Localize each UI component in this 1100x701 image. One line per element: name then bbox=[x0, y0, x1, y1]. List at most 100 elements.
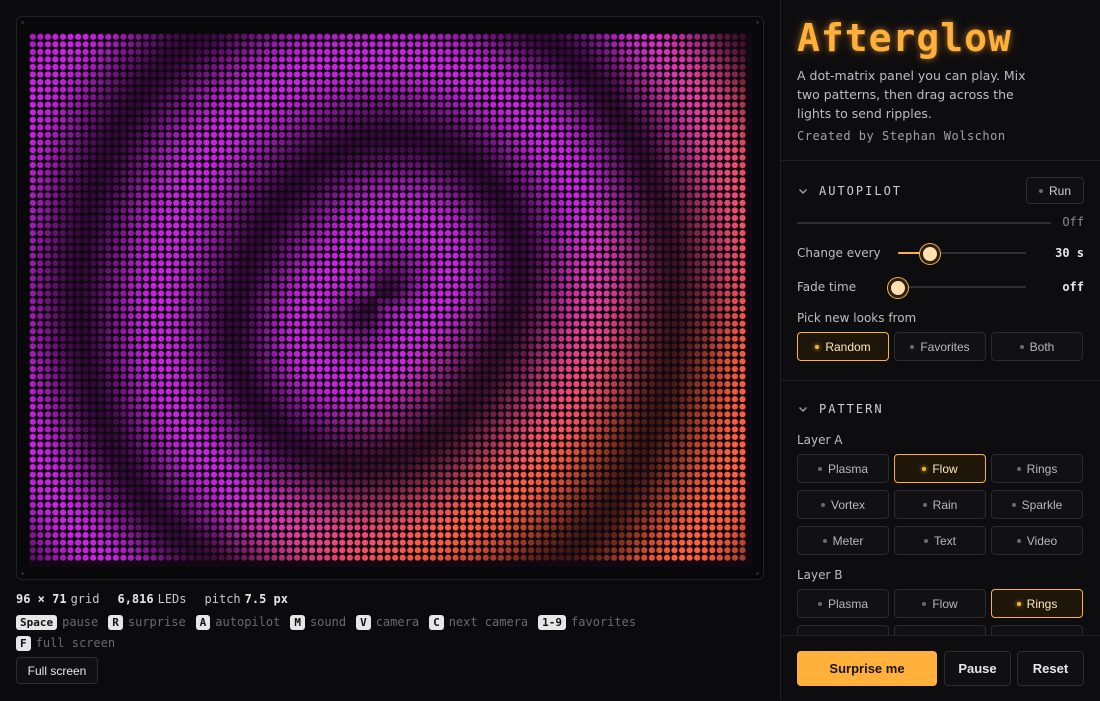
status-dot-icon bbox=[821, 503, 825, 507]
run-label: Run bbox=[1049, 184, 1071, 198]
layer-a-option-label: Rain bbox=[933, 498, 958, 512]
led-matrix[interactable] bbox=[29, 33, 753, 567]
layer-b-label: Layer B bbox=[797, 568, 843, 582]
pitch-value: 7.5 px bbox=[245, 592, 288, 606]
change-every-value: 30 s bbox=[1055, 246, 1084, 260]
layer-a-option-meter[interactable]: Meter bbox=[797, 526, 889, 555]
autopilot-heading: AUTOPILOT bbox=[819, 184, 902, 198]
layer-a-option-label: Text bbox=[934, 534, 956, 548]
change-every-label: Change every bbox=[797, 246, 881, 260]
shortcut-item: Msound bbox=[290, 612, 346, 633]
control-sidebar: Afterglow A dot-matrix panel you can pla… bbox=[780, 0, 1100, 700]
status-dot-icon bbox=[815, 345, 819, 349]
shortcut-label: autopilot bbox=[215, 615, 280, 629]
fade-time-value: off bbox=[1062, 280, 1084, 294]
layer-b-option-rain[interactable]: Rain bbox=[894, 625, 986, 635]
shortcut-key: 1-9 bbox=[538, 615, 566, 630]
layer-b-option-label: Rings bbox=[1027, 597, 1058, 611]
slider-thumb[interactable] bbox=[888, 278, 908, 298]
autopilot-section-toggle[interactable]: AUTOPILOT bbox=[797, 184, 902, 198]
layer-b-option-vortex[interactable]: Vortex bbox=[797, 625, 889, 635]
layer-a-option-label: Video bbox=[1027, 534, 1057, 548]
pattern-section-toggle[interactable]: PATTERN bbox=[797, 402, 884, 416]
status-dot-icon bbox=[823, 539, 827, 543]
status-dot-icon bbox=[924, 539, 928, 543]
layer-b-option-rings[interactable]: Rings bbox=[991, 589, 1083, 618]
layer-a-option-rings[interactable]: Rings bbox=[991, 454, 1083, 483]
grid-size-label: grid bbox=[71, 592, 100, 606]
status-dot-icon bbox=[1039, 189, 1043, 193]
action-footer: Surprise me Pause Reset bbox=[781, 635, 1100, 701]
grid-size-value: 96 × 71 bbox=[16, 592, 67, 606]
layer-b-option-label: Plasma bbox=[828, 597, 868, 611]
layer-a-option-label: Vortex bbox=[831, 498, 865, 512]
led-count-label: LEDs bbox=[158, 592, 187, 606]
pick-option-both[interactable]: Both bbox=[991, 332, 1083, 361]
autopilot-progress-track bbox=[797, 222, 1051, 224]
slider-thumb[interactable] bbox=[920, 244, 940, 264]
status-dot-icon bbox=[818, 602, 822, 606]
layer-a-option-sparkle[interactable]: Sparkle bbox=[991, 490, 1083, 519]
shortcut-label: pause bbox=[62, 615, 98, 629]
shortcut-key: R bbox=[108, 615, 123, 630]
led-panel[interactable] bbox=[16, 16, 764, 580]
autopilot-run-button[interactable]: Run bbox=[1026, 177, 1084, 204]
status-dot-icon bbox=[1017, 602, 1021, 606]
shortcut-item: Spacepause bbox=[16, 612, 98, 633]
panel-corner-dot bbox=[756, 21, 759, 24]
change-every-slider[interactable] bbox=[898, 252, 1026, 254]
shortcut-key: C bbox=[429, 615, 444, 630]
shortcut-label: surprise bbox=[128, 615, 186, 629]
pick-option-favorites[interactable]: Favorites bbox=[894, 332, 986, 361]
shortcut-label: full screen bbox=[36, 636, 115, 650]
layer-b-option-label: Flow bbox=[932, 597, 957, 611]
layer-a-option-flow[interactable]: Flow bbox=[894, 454, 986, 483]
shortcut-key: F bbox=[16, 636, 31, 651]
status-dot-icon bbox=[1020, 345, 1024, 349]
shortcut-label: sound bbox=[310, 615, 346, 629]
layer-a-option-video[interactable]: Video bbox=[991, 526, 1083, 555]
pick-option-label: Favorites bbox=[920, 340, 969, 354]
panel-corner-dot bbox=[21, 21, 24, 24]
shortcut-item: Aautopilot bbox=[196, 612, 281, 633]
shortcut-item: Rsurprise bbox=[108, 612, 185, 633]
shortcut-label: next camera bbox=[449, 615, 528, 629]
app-credit: Created by Stephan Wolschon bbox=[797, 129, 1006, 143]
layer-b-option-flow[interactable]: Flow bbox=[894, 589, 986, 618]
shortcut-item: Ffull screen bbox=[16, 633, 115, 654]
reset-button[interactable]: Reset bbox=[1017, 651, 1084, 686]
layer-a-option-text[interactable]: Text bbox=[894, 526, 986, 555]
layer-a-option-label: Flow bbox=[932, 462, 957, 476]
layer-a-option-vortex[interactable]: Vortex bbox=[797, 490, 889, 519]
status-dot-icon bbox=[1017, 539, 1021, 543]
fade-time-slider[interactable] bbox=[898, 286, 1026, 288]
autopilot-state: Off bbox=[1062, 215, 1084, 229]
pick-option-random[interactable]: Random bbox=[797, 332, 889, 361]
pick-looks-label: Pick new looks from bbox=[797, 311, 916, 325]
section-divider bbox=[781, 160, 1100, 161]
layer-a-option-plasma[interactable]: Plasma bbox=[797, 454, 889, 483]
led-matrix-canvas[interactable] bbox=[29, 33, 753, 567]
full-screen-button[interactable]: Full screen bbox=[16, 657, 98, 684]
pause-button[interactable]: Pause bbox=[944, 651, 1011, 686]
shortcut-key: M bbox=[290, 615, 305, 630]
status-dot-icon bbox=[923, 503, 927, 507]
layer-a-label: Layer A bbox=[797, 433, 842, 447]
layer-b-option-sparkle[interactable]: Sparkle bbox=[991, 625, 1083, 635]
status-dot-icon bbox=[1017, 467, 1021, 471]
status-dot-icon bbox=[910, 345, 914, 349]
status-dot-icon bbox=[1012, 503, 1016, 507]
pitch-label: pitch bbox=[205, 592, 241, 606]
shortcut-label: favorites bbox=[571, 615, 636, 629]
panel-corner-dot bbox=[756, 572, 759, 575]
shortcut-item: 1-9 favorites bbox=[538, 612, 636, 633]
layer-b-option-plasma[interactable]: Plasma bbox=[797, 589, 889, 618]
status-dot-icon bbox=[922, 602, 926, 606]
status-dot-icon bbox=[818, 467, 822, 471]
layer-a-option-rain[interactable]: Rain bbox=[894, 490, 986, 519]
pattern-heading: PATTERN bbox=[819, 402, 884, 416]
pick-option-label: Both bbox=[1030, 340, 1055, 354]
status-dot-icon bbox=[922, 467, 926, 471]
surprise-me-button[interactable]: Surprise me bbox=[797, 651, 937, 686]
pattern-section-scroll[interactable]: PATTERN Layer A Plasma Flow Rings Vortex Rai… bbox=[781, 380, 1100, 635]
